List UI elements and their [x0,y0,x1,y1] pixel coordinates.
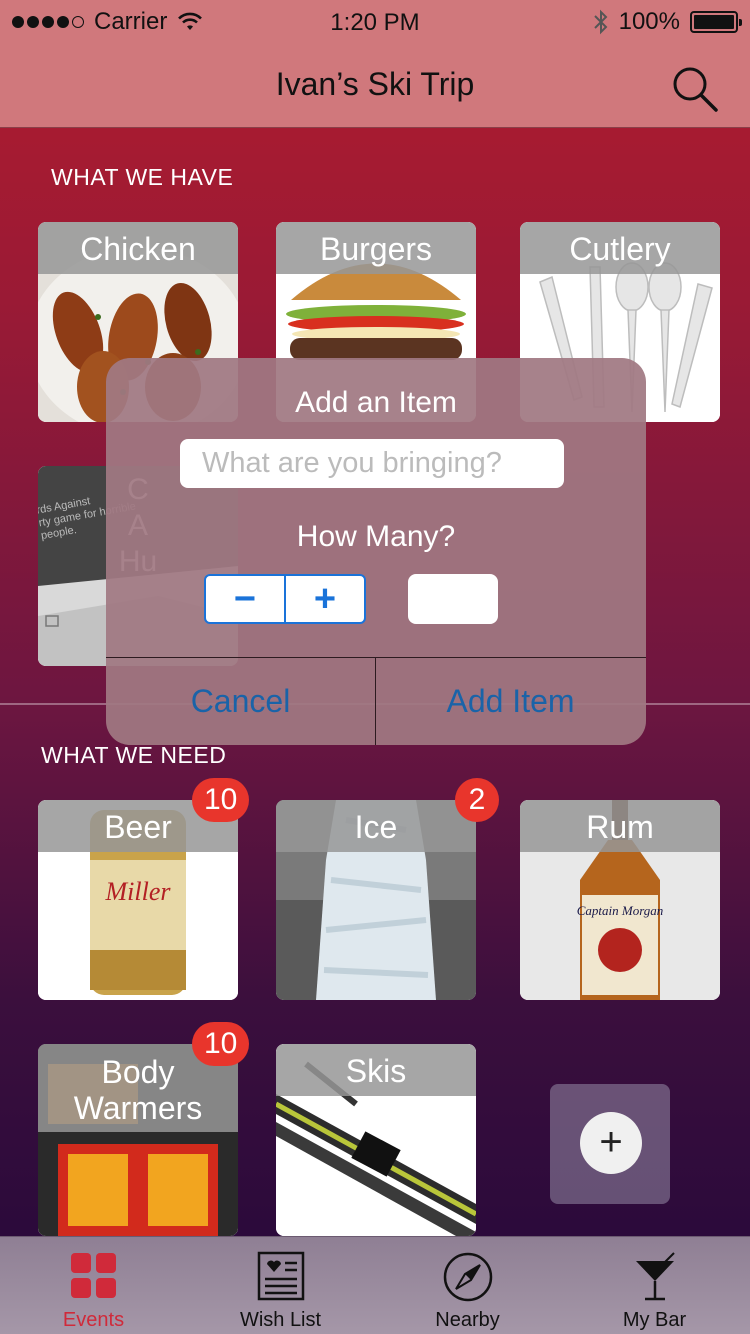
item-tile-skis[interactable]: Skis [276,1044,476,1236]
tab-wish-list[interactable]: Wish List [187,1237,374,1334]
quantity-label: How Many? [296,520,456,553]
tab-label: My Bar [622,1309,687,1331]
page-title: Ivan’s Ski Trip [275,66,475,102]
tab-label: Wish List [239,1309,322,1331]
tab-bar: Events Wish List Nearby My Bar [0,1236,750,1334]
decrement-button[interactable]: − [206,576,284,622]
tab-label: Nearby [435,1309,500,1331]
add-item-button[interactable]: Add Item [376,658,645,745]
item-label: Skis [276,1044,476,1096]
item-tile-ice[interactable]: Ice [276,800,476,1000]
add-item-tile[interactable]: + [550,1084,670,1204]
item-label: Chicken [38,222,238,274]
item-tile-rum[interactable]: Captain Morgan Rum [520,800,720,1000]
compass-icon [443,1252,492,1302]
dialog-title: Add an Item [295,386,457,419]
count-badge: 2 [455,778,499,822]
cancel-button[interactable]: Cancel [106,658,375,745]
status-bar: Carrier 1:20 PM 100% [0,0,750,44]
item-tile-beer[interactable]: Miller Beer [38,800,238,1000]
item-name-input[interactable] [180,439,564,488]
list-icon [257,1251,304,1301]
section-label-need: WHAT WE NEED [41,742,227,768]
svg-text:Miller: Miller [105,877,172,906]
count-badge: 10 [192,1022,250,1066]
top-bar: Carrier 1:20 PM 100% Ivan’s Ski Trip [0,0,750,128]
quantity-stepper: − + [204,574,366,624]
item-label: Cutlery [520,222,720,274]
bluetooth-icon [593,9,608,35]
plus-icon[interactable]: + [580,1112,642,1174]
increment-button[interactable]: + [284,576,364,622]
item-tile-body-warmers[interactable]: Body Warmers [38,1044,238,1236]
svg-text:Captain Morgan: Captain Morgan [577,903,664,918]
tab-nearby[interactable]: Nearby [374,1237,561,1334]
quantity-field[interactable] [408,574,498,624]
section-label-have: WHAT WE HAVE [51,164,234,190]
battery-percent: 100% [618,8,680,35]
add-item-dialog: Add an Item How Many? − + Cancel Add Ite… [106,358,646,745]
tab-label: Events [62,1309,125,1331]
tab-my-bar[interactable]: My Bar [561,1237,748,1334]
status-right: 100% [593,8,742,36]
item-label: Ice [276,800,476,852]
grid-icon [70,1253,116,1298]
search-icon[interactable] [670,64,720,114]
item-label: Rum [520,800,720,852]
item-label: Burgers [276,222,476,274]
count-badge: 10 [192,778,250,822]
cocktail-icon [635,1252,675,1301]
battery-icon [690,11,742,33]
tab-events[interactable]: Events [0,1237,187,1334]
